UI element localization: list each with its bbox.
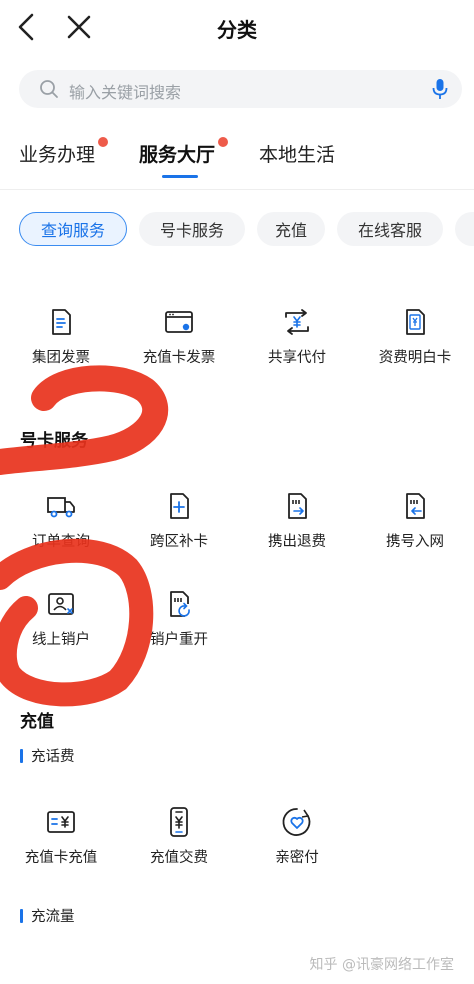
search-icon (40, 80, 58, 98)
chip-recharge[interactable]: 充值 (257, 212, 325, 246)
grid-item-order-query[interactable]: 订单查询 (2, 490, 120, 551)
tab-business[interactable]: 业务办理 (19, 137, 109, 167)
phone-yuan-icon (170, 807, 188, 837)
notification-dot (218, 137, 229, 147)
microphone-icon[interactable] (432, 78, 448, 100)
section-title-recharge: 充值 (20, 712, 54, 732)
chip-query-service[interactable]: 查询服务 (19, 212, 127, 246)
page-title: 分类 (217, 18, 257, 42)
header: 分类 (0, 0, 474, 56)
notification-dot (98, 137, 109, 147)
grid-item-cancel-reopen[interactable]: 销户重开 (120, 588, 238, 649)
grid-item-tariff-card[interactable]: 资费明白卡 (356, 306, 474, 367)
browser-card-icon (165, 311, 193, 333)
sim-transfer-out-icon (288, 493, 307, 519)
search-bar[interactable]: 输入关键词搜索 (19, 70, 462, 108)
active-tab-indicator (162, 175, 198, 178)
tab-service-hall[interactable]: 服务大厅 (139, 137, 229, 167)
divider (0, 189, 474, 190)
sim-add-icon (170, 493, 189, 519)
sub-category-chips: 查询服务 号卡服务 充值 在线客服 (0, 212, 474, 248)
sim-transfer-in-icon (406, 493, 425, 519)
delivery-truck-icon (47, 497, 75, 518)
grid-item-recharge-pay[interactable]: 充值交费 (120, 806, 238, 867)
grid-item-card-recharge[interactable]: 充值卡充值 (2, 806, 120, 867)
sim-yuan-icon (406, 309, 425, 335)
account-cancel-icon (48, 593, 74, 615)
sim-reopen-icon (170, 591, 190, 617)
category-tabs: 业务办理 服务大厅 本地生活 (0, 137, 474, 180)
subsection-data-traffic: 充流量 (20, 905, 75, 926)
grid-item-shared-payment[interactable]: 共享代付 (238, 306, 356, 367)
grid-item-recharge-invoice[interactable]: 充值卡发票 (120, 306, 238, 367)
chip-online-support[interactable]: 在线客服 (337, 212, 443, 246)
grid-item-port-in[interactable]: 携号入网 (356, 490, 474, 551)
search-input[interactable]: 输入关键词搜索 (69, 79, 181, 103)
yuan-exchange-icon (285, 309, 309, 335)
chip-card-service[interactable]: 号卡服务 (139, 212, 245, 246)
document-icon (52, 309, 71, 335)
tab-local-life[interactable]: 本地生活 (259, 140, 335, 167)
chip-more[interactable] (455, 212, 474, 246)
grid-item-group-invoice[interactable]: 集团发票 (2, 306, 120, 367)
subsection-bar (20, 908, 23, 923)
card-yuan-icon (47, 811, 75, 833)
heart-badge-icon (282, 808, 311, 836)
grid-item-cross-region-reissue[interactable]: 跨区补卡 (120, 490, 238, 551)
subsection-bar (20, 748, 23, 763)
subsection-phone-fee: 充话费 (20, 745, 75, 766)
watermark: 知乎 @讯豪网络工作室 (309, 957, 454, 973)
grid-item-intimate-pay[interactable]: 亲密付 (238, 806, 356, 867)
grid-item-port-out-refund[interactable]: 携出退费 (238, 490, 356, 551)
section-title-card-service: 号卡服务 (20, 431, 88, 451)
grid-item-online-cancel[interactable]: 线上销户 (2, 588, 120, 649)
